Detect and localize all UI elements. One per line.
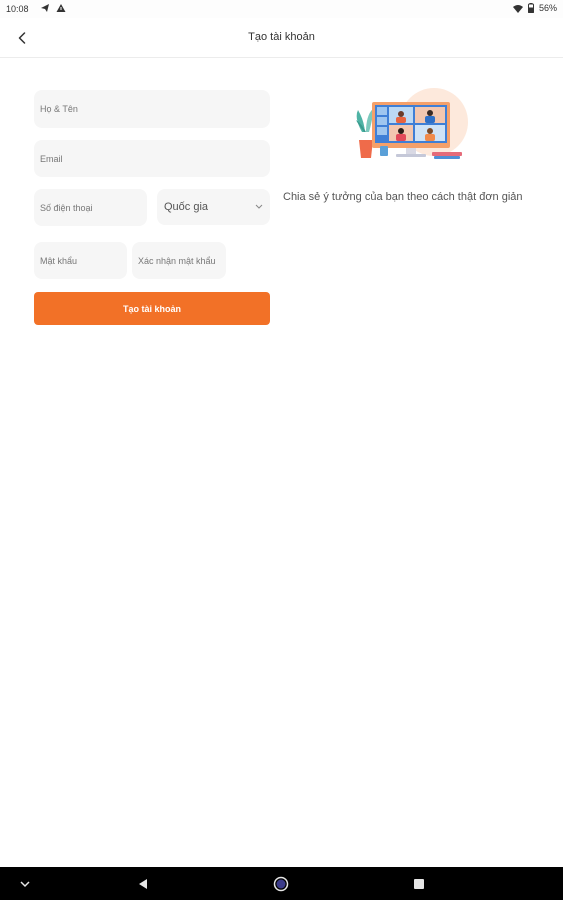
chevron-down-icon [255,204,263,209]
email-field[interactable] [34,140,270,177]
password-field[interactable] [34,242,127,279]
nav-back-button[interactable] [134,875,152,893]
chevron-down-icon [20,881,30,888]
status-system-icons: 56% [512,3,557,13]
triangle-back-icon [139,879,147,889]
confirm-password-field[interactable] [132,242,226,279]
system-navigation-bar [0,867,563,900]
battery-icon [527,3,534,13]
country-select[interactable]: Quốc gia [157,189,270,225]
battery-percentage: 56% [538,3,557,13]
country-select-label: Quốc gia [164,201,209,213]
phone-field[interactable] [34,189,147,226]
nav-recents-button[interactable] [410,875,428,893]
create-account-button[interactable]: Tạo tài khoản [34,292,270,325]
square-recents-icon [414,879,424,889]
nav-home-button[interactable] [272,875,290,893]
status-bar: 10:08 56% [0,0,563,18]
app-bar: Tạo tài khoản [0,18,563,58]
tagline: Chia sẻ ý tưởng của bạn theo cách thật đ… [283,191,523,203]
video-call-illustration [356,88,468,159]
send-icon [41,4,49,12]
status-notification-icons [40,3,66,13]
circle-home-icon [273,876,289,892]
status-time: 10:08 [6,4,29,14]
nav-hide-keyboard-button[interactable] [16,875,34,893]
full-name-field[interactable] [34,90,270,128]
wifi-icon [512,4,523,13]
warning-icon [56,4,66,12]
page-title: Tạo tài khoản [248,31,315,43]
